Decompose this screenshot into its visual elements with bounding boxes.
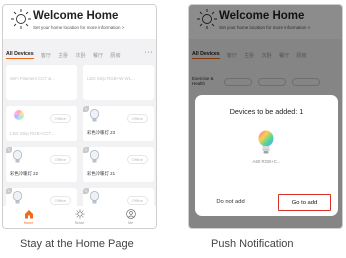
device-card[interactable]: WiFi Filament CCT &...	[6, 65, 77, 100]
color-bulb-icon	[14, 110, 24, 120]
do-not-add-button[interactable]: Do not add	[203, 194, 258, 211]
device-name: A60 RGB+C...	[252, 159, 281, 164]
dialog-title: Devices to be added: 1	[229, 107, 304, 116]
offline-badge: Offline	[126, 155, 148, 164]
offline-badge: Offline	[49, 155, 71, 164]
bulb-icon	[89, 109, 100, 122]
rgb-bulb-icon	[258, 130, 274, 154]
more-icon[interactable]: ···	[145, 49, 154, 56]
bulb-icon	[12, 191, 23, 204]
device-card[interactable]: 1 Offline 彩色冷暖灯 22	[6, 147, 77, 182]
device-card[interactable]: Offline LED Strip RGB+CCT...	[6, 106, 77, 141]
device-card[interactable]: 1 Offline 彩色冷暖灯 23	[83, 106, 154, 141]
nav-smart-label: Smart	[74, 221, 85, 225]
bottom-nav: Home Smart Me	[3, 206, 156, 228]
app-header: Welcome Home Set your home location for …	[3, 5, 156, 39]
tab-room[interactable]: 厨房	[110, 52, 120, 59]
device-name: LED Strip RGB+W WL...	[87, 76, 135, 81]
tab-room[interactable]: 主卧	[58, 52, 68, 59]
offline-badge: Offline	[49, 114, 71, 123]
tab-room[interactable]: 次卧	[75, 52, 85, 59]
home-location-link[interactable]: Set your home location for more informat…	[33, 25, 124, 30]
tab-all-devices[interactable]: All Devices	[6, 51, 34, 59]
nav-home-label: Home	[23, 221, 34, 225]
nav-home[interactable]: Home	[14, 206, 44, 228]
tab-room[interactable]: 客厅	[41, 52, 51, 59]
house-icon	[24, 210, 33, 219]
room-tabs: All Devices 客厅 主卧 次卧 餐厅 厨房 ···	[3, 49, 156, 61]
caption-push-notification: Push Notification	[211, 238, 294, 250]
device-name: LED Strip RGB+CCT...	[10, 131, 55, 136]
bulb-icon	[12, 150, 23, 163]
device-name: 彩色冷暖灯 22	[10, 171, 39, 176]
sun-icon	[11, 9, 31, 29]
go-to-add-button[interactable]: Go to add	[278, 194, 331, 211]
home-screen: Welcome Home Set your home location for …	[2, 4, 157, 229]
bulb-icon	[89, 150, 100, 163]
notification-screen: Welcome Home Set your home location for …	[188, 4, 343, 229]
welcome-title: Welcome Home	[33, 10, 119, 22]
nav-smart[interactable]: Smart	[65, 206, 95, 228]
nav-me[interactable]: Me	[116, 206, 146, 228]
bulb-icon	[89, 191, 100, 204]
device-card[interactable]: LED Strip RGB+W WL...	[83, 65, 154, 100]
offline-badge: Offline	[49, 196, 71, 205]
sun-icon	[74, 209, 85, 219]
device-name: WiFi Filament CCT &...	[10, 76, 55, 81]
offline-badge: Offline	[126, 114, 148, 123]
device-name: 彩色冷暖灯 23	[87, 130, 116, 135]
tab-room[interactable]: 餐厅	[93, 52, 103, 59]
nav-me-label: Me	[128, 221, 133, 225]
add-device-dialog: Devices to be added: 1 A60 RGB+C... Do n…	[195, 95, 338, 216]
person-icon	[125, 209, 136, 219]
device-card[interactable]: 1 Offline 彩色冷暖灯 21	[83, 147, 154, 182]
caption-home-page: Stay at the Home Page	[20, 238, 134, 250]
offline-badge: Offline	[126, 196, 148, 205]
device-name: 彩色冷暖灯 21	[87, 171, 116, 176]
